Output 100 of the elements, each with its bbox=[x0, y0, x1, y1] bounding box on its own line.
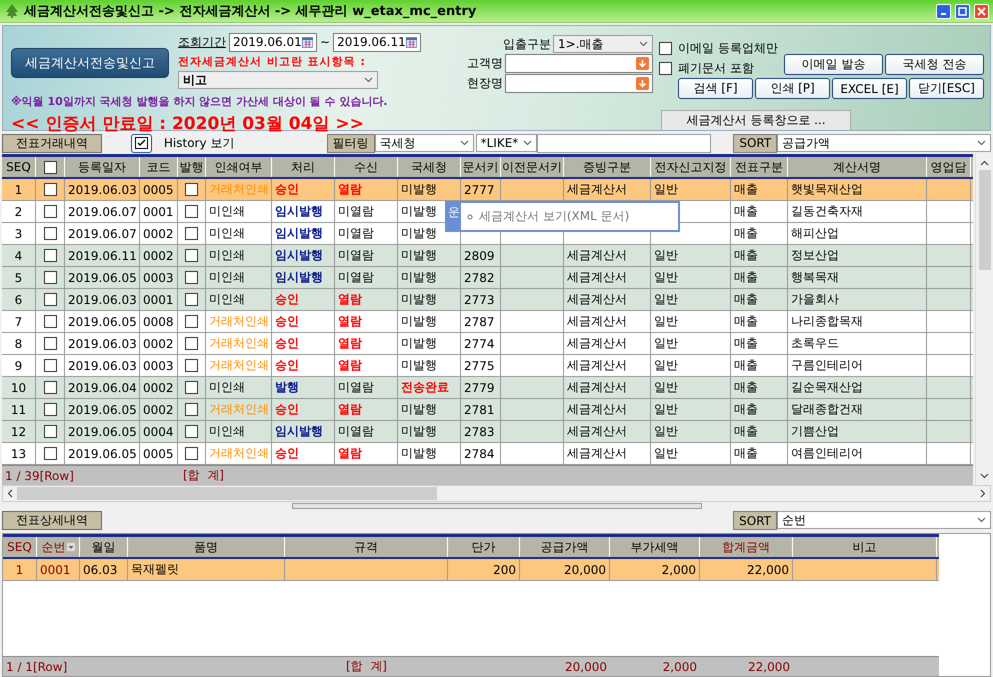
table-cell: 발행 bbox=[272, 377, 335, 398]
table-cell: 0002 bbox=[140, 377, 178, 398]
table-cell: 열람 bbox=[335, 443, 398, 464]
table-cell: 9 bbox=[2, 355, 36, 376]
table-cell: 1 bbox=[3, 559, 37, 580]
table-cell: 행복목재 bbox=[788, 267, 927, 288]
table-cell: 승인 bbox=[272, 355, 335, 376]
table-cell: 4 bbox=[2, 245, 36, 266]
table-cell: 열람 bbox=[335, 399, 398, 420]
table-cell: 2787 bbox=[461, 311, 501, 332]
table-cell: 2,000 bbox=[610, 559, 700, 580]
table-cell: 거래처인쇄 bbox=[206, 443, 272, 464]
total-label: [합 계] bbox=[345, 658, 388, 675]
table-cell: 매출 bbox=[731, 443, 788, 464]
table-cell: 열람 bbox=[335, 311, 398, 332]
table-cell: 승인 bbox=[272, 289, 335, 310]
table-cell: 0002 bbox=[140, 245, 178, 266]
sort-label: SORT bbox=[733, 134, 778, 152]
table-cell: 2774 bbox=[461, 333, 501, 354]
table-cell: 2019.06.03 bbox=[65, 355, 140, 376]
table-cell: 일반 bbox=[651, 267, 731, 288]
table-cell: 2019.06.07 bbox=[65, 223, 140, 244]
table-cell: 매출 bbox=[731, 245, 788, 266]
table-cell: 구름인테리어 bbox=[788, 355, 927, 376]
table-cell: 200 bbox=[448, 559, 520, 580]
table-cell: 일반 bbox=[651, 399, 731, 420]
row-count: 1 / 39[Row] bbox=[4, 468, 75, 482]
table-cell: 세금계산서 bbox=[564, 355, 651, 376]
site-label: 현장명 bbox=[467, 75, 503, 92]
table-cell: 06.03 bbox=[80, 559, 128, 580]
table-cell: 미발행 bbox=[398, 355, 461, 376]
table-cell: 0003 bbox=[140, 355, 178, 376]
table-cell: 2775 bbox=[461, 355, 501, 376]
table-cell: 2773 bbox=[461, 289, 501, 310]
table-cell: 기쁨산업 bbox=[788, 421, 927, 442]
table-cell: 거래처인쇄 bbox=[206, 355, 272, 376]
table-cell: 세금계산서 bbox=[564, 399, 651, 420]
table-cell: 2 bbox=[2, 201, 36, 222]
table-cell: 2019.06.07 bbox=[65, 201, 140, 222]
table-cell: 2019.06.05 bbox=[65, 421, 140, 442]
table-cell: 2019.06.05 bbox=[65, 443, 140, 464]
table-cell: 나리종합목재 bbox=[788, 311, 927, 332]
table-cell: 미인쇄 bbox=[206, 377, 272, 398]
table-cell: 열람 bbox=[335, 333, 398, 354]
table-cell: 매출 bbox=[731, 421, 788, 442]
table-cell: 13 bbox=[2, 443, 36, 464]
table-cell: 세금계산서 bbox=[564, 311, 651, 332]
table-cell: 햇빛목재산업 bbox=[788, 179, 927, 200]
table-cell: 매출 bbox=[731, 267, 788, 288]
customer-label: 고객명 bbox=[467, 55, 503, 72]
table-cell: 2019.06.03 bbox=[65, 333, 140, 354]
table-cell: 미인쇄 bbox=[206, 267, 272, 288]
table-cell: 2019.06.05 bbox=[65, 311, 140, 332]
table-cell: 2019.06.05 bbox=[65, 267, 140, 288]
table-cell: 달래종합건재 bbox=[788, 399, 927, 420]
table-cell: 0003 bbox=[140, 267, 178, 288]
table-cell: 미열람 bbox=[335, 267, 398, 288]
table-cell: 미인쇄 bbox=[206, 245, 272, 266]
row-count: 1 / 1[Row] bbox=[5, 660, 68, 674]
table-cell: 일반 bbox=[651, 179, 731, 200]
table-cell: 미발행 bbox=[398, 245, 461, 266]
table-cell: 미발행 bbox=[398, 399, 461, 420]
table-cell: 2019.06.04 bbox=[65, 377, 140, 398]
table-cell: 0004 bbox=[140, 421, 178, 442]
total-value: 2,000 bbox=[662, 660, 698, 674]
table-cell: 열람 bbox=[335, 355, 398, 376]
table-cell: 12 bbox=[2, 421, 36, 442]
period-label: 조회기간 bbox=[178, 34, 226, 50]
table-cell: 미발행 bbox=[398, 179, 461, 200]
table-cell: 미열람 bbox=[335, 245, 398, 266]
table-cell: 매출 bbox=[731, 333, 788, 354]
table-cell: 10 bbox=[2, 377, 36, 398]
window-title: 세금계산서전송및신고 -> 전자세금계산서 -> 세무관리 w_etax_mc_entry bbox=[24, 3, 478, 20]
table-cell: 정보산업 bbox=[788, 245, 927, 266]
table-cell: 2779 bbox=[461, 377, 501, 398]
table-cell: 일반 bbox=[651, 333, 731, 354]
table-cell: 거래처인쇄 bbox=[206, 333, 272, 354]
table-cell: 미발행 bbox=[398, 443, 461, 464]
table-cell: 일반 bbox=[651, 311, 731, 332]
table-cell: 0002 bbox=[140, 333, 178, 354]
table-cell: 가을회사 bbox=[788, 289, 927, 310]
table-cell: 목재펠릿 bbox=[128, 559, 285, 580]
table-cell: 미인쇄 bbox=[206, 421, 272, 442]
table-cell: 여름인테리어 bbox=[788, 443, 927, 464]
table-cell: 2783 bbox=[461, 421, 501, 442]
table-cell: 일반 bbox=[651, 355, 731, 376]
table-cell: 미발행 bbox=[398, 289, 461, 310]
table-cell: 2781 bbox=[461, 399, 501, 420]
table-cell: 세금계산서 bbox=[564, 289, 651, 310]
total-value: 20,000 bbox=[564, 660, 608, 674]
table-cell: 해피산업 bbox=[788, 223, 927, 244]
table-cell: 매출 bbox=[731, 377, 788, 398]
table-cell: 미인쇄 bbox=[206, 223, 272, 244]
table-cell: 일반 bbox=[651, 443, 731, 464]
table-cell: 2777 bbox=[461, 179, 501, 200]
history-label: History 보기 bbox=[164, 134, 236, 152]
table-cell: 2019.06.11 bbox=[65, 245, 140, 266]
filter-label: 필터링 bbox=[326, 134, 375, 152]
table-cell: 0002 bbox=[140, 399, 178, 420]
table-cell: 2019.06.05 bbox=[65, 399, 140, 420]
